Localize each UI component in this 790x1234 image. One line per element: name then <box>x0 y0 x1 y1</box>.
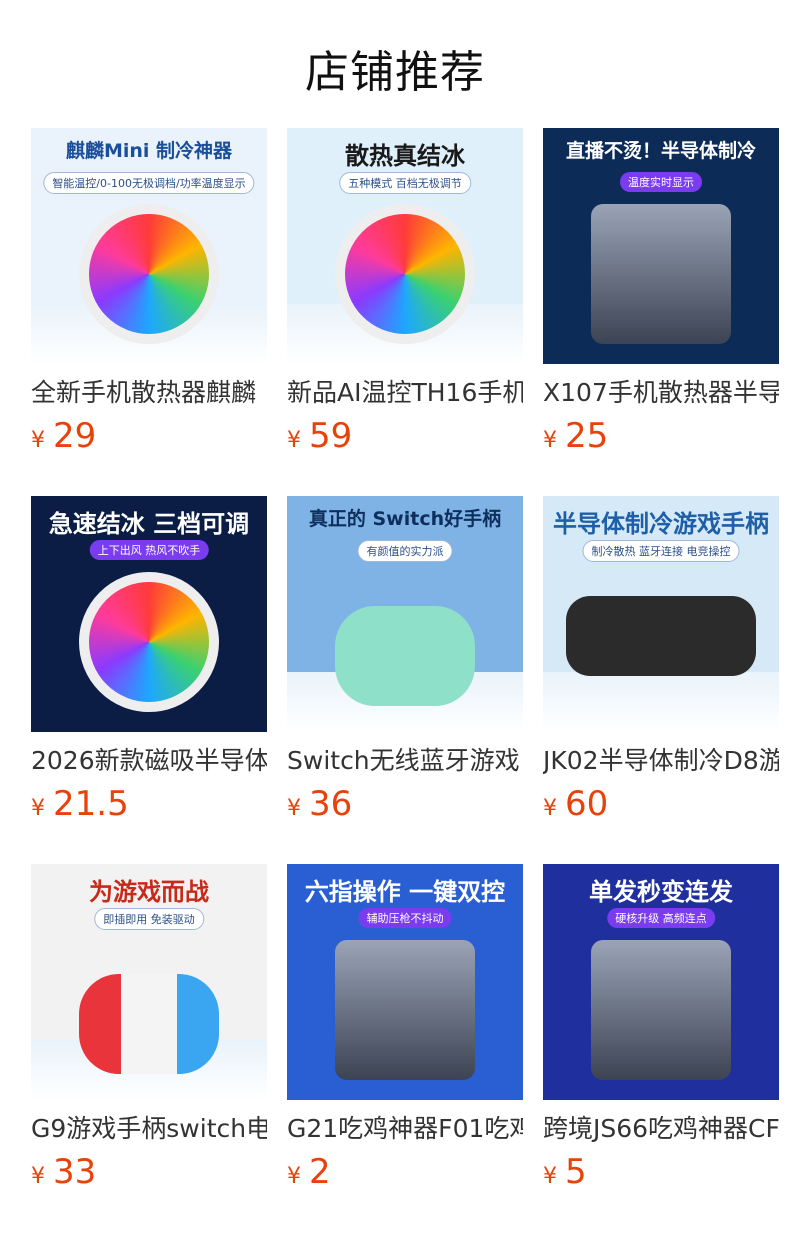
product-name[interactable]: 跨境JS66吃鸡神器CF <box>543 1112 779 1146</box>
price-value: 25 <box>565 416 609 456</box>
currency-symbol: ¥ <box>287 1164 301 1189</box>
product-card[interactable]: 麒麟Mini 制冷神器 智能温控/0-100无极调档/功率温度显示 全新手机散热器… <box>31 128 267 496</box>
product-illustration <box>566 596 756 676</box>
product-price: ¥33 <box>31 1152 267 1192</box>
image-tagline: 上下出风 热风不吹手 <box>89 540 209 560</box>
product-price: ¥5 <box>543 1152 779 1192</box>
product-card[interactable]: 半导体制冷游戏手柄 制冷散热 蓝牙连接 电竞操控 JK02半导体制冷D8游 ¥60 <box>543 496 779 864</box>
product-image[interactable]: 真正的 Switch好手柄 有颜值的实力派 <box>287 496 523 732</box>
product-image[interactable]: 半导体制冷游戏手柄 制冷散热 蓝牙连接 电竞操控 <box>543 496 779 732</box>
currency-symbol: ¥ <box>31 796 45 821</box>
product-name[interactable]: G9游戏手柄switch电 <box>31 1112 267 1146</box>
product-name[interactable]: Switch无线蓝牙游戏 <box>287 744 523 778</box>
store-recommendations-page: 店铺推荐 麒麟Mini 制冷神器 智能温控/0-100无极调档/功率温度显示 全新… <box>0 0 790 1234</box>
price-value: 21.5 <box>53 784 129 824</box>
currency-symbol: ¥ <box>543 1164 557 1189</box>
product-illustration <box>591 204 731 344</box>
product-card[interactable]: 直播不烫！半导体制冷 温度实时显示 X107手机散热器半导 ¥25 <box>543 128 779 496</box>
image-tagline: 有颜值的实力派 <box>357 540 453 562</box>
image-tagline: 硬核升级 高频连点 <box>607 908 715 928</box>
currency-symbol: ¥ <box>543 796 557 821</box>
product-price: ¥21.5 <box>31 784 267 824</box>
product-image[interactable]: 直播不烫！半导体制冷 温度实时显示 <box>543 128 779 364</box>
price-value: 2 <box>309 1152 331 1192</box>
image-tagline: 即插即用 免装驱动 <box>94 908 204 930</box>
image-headline: 直播不烫！半导体制冷 <box>565 140 756 162</box>
price-value: 29 <box>53 416 97 456</box>
product-price: ¥29 <box>31 416 267 456</box>
product-illustration <box>335 940 475 1080</box>
product-illustration <box>335 606 475 706</box>
product-image[interactable]: 麒麟Mini 制冷神器 智能温控/0-100无极调档/功率温度显示 <box>31 128 267 364</box>
image-headline: 半导体制冷游戏手柄 <box>553 510 769 538</box>
price-value: 33 <box>53 1152 97 1192</box>
product-card[interactable]: 为游戏而战 即插即用 免装驱动 G9游戏手柄switch电 ¥33 <box>31 864 267 1232</box>
product-price: ¥25 <box>543 416 779 456</box>
product-name[interactable]: 新品AI温控TH16手机 <box>287 376 523 410</box>
product-card[interactable]: 真正的 Switch好手柄 有颜值的实力派 Switch无线蓝牙游戏 ¥36 <box>287 496 523 864</box>
product-name[interactable]: X107手机散热器半导 <box>543 376 779 410</box>
product-illustration <box>335 204 475 344</box>
product-illustration <box>79 204 219 344</box>
product-illustration <box>79 974 219 1074</box>
currency-symbol: ¥ <box>287 796 301 821</box>
product-name[interactable]: 2026新款磁吸半导体 <box>31 744 267 778</box>
image-tagline: 温度实时显示 <box>620 172 702 192</box>
currency-symbol: ¥ <box>543 428 557 453</box>
image-headline: 为游戏而战 <box>89 878 209 906</box>
currency-symbol: ¥ <box>31 1164 45 1189</box>
product-card[interactable]: 急速结冰 三档可调 上下出风 热风不吹手 2026新款磁吸半导体 ¥21.5 <box>31 496 267 864</box>
image-headline: 散热真结冰 <box>345 142 465 170</box>
product-name[interactable]: 全新手机散热器麒麟 <box>31 376 267 410</box>
product-image[interactable]: 单发秒变连发 硬核升级 高频连点 <box>543 864 779 1100</box>
product-image[interactable]: 为游戏而战 即插即用 免装驱动 <box>31 864 267 1100</box>
price-value: 60 <box>565 784 609 824</box>
product-name[interactable]: G21吃鸡神器F01吃鸡 <box>287 1112 523 1146</box>
product-illustration <box>591 940 731 1080</box>
image-headline: 急速结冰 三档可调 <box>48 510 250 538</box>
image-tagline: 五种模式 百档无极调节 <box>339 172 471 194</box>
image-headline: 单发秒变连发 <box>589 878 733 906</box>
product-card[interactable]: 单发秒变连发 硬核升级 高频连点 跨境JS66吃鸡神器CF ¥5 <box>543 864 779 1232</box>
product-price: ¥2 <box>287 1152 523 1192</box>
product-card[interactable]: 六指操作 一键双控 辅助压枪不抖动 G21吃鸡神器F01吃鸡 ¥2 <box>287 864 523 1232</box>
image-tagline: 辅助压枪不抖动 <box>358 908 452 928</box>
image-headline: 真正的 Switch好手柄 <box>308 508 502 530</box>
product-card[interactable]: 散热真结冰 五种模式 百档无极调节 新品AI温控TH16手机 ¥59 <box>287 128 523 496</box>
currency-symbol: ¥ <box>287 428 301 453</box>
product-image[interactable]: 散热真结冰 五种模式 百档无极调节 <box>287 128 523 364</box>
image-headline: 麒麟Mini 制冷神器 <box>65 140 233 162</box>
snow-ground <box>543 672 779 732</box>
product-price: ¥60 <box>543 784 779 824</box>
image-headline: 六指操作 一键双控 <box>304 878 506 906</box>
price-value: 5 <box>565 1152 587 1192</box>
page-title: 店铺推荐 <box>305 47 485 98</box>
currency-symbol: ¥ <box>31 428 45 453</box>
product-image[interactable]: 六指操作 一键双控 辅助压枪不抖动 <box>287 864 523 1100</box>
image-tagline: 制冷散热 蓝牙连接 电竞操控 <box>582 540 740 562</box>
product-image[interactable]: 急速结冰 三档可调 上下出风 热风不吹手 <box>31 496 267 732</box>
product-grid: 麒麟Mini 制冷神器 智能温控/0-100无极调档/功率温度显示 全新手机散热器… <box>31 128 779 1232</box>
product-illustration <box>79 572 219 712</box>
price-value: 59 <box>309 416 353 456</box>
price-value: 36 <box>309 784 353 824</box>
product-price: ¥59 <box>287 416 523 456</box>
image-tagline: 智能温控/0-100无极调档/功率温度显示 <box>43 172 255 194</box>
product-price: ¥36 <box>287 784 523 824</box>
product-name[interactable]: JK02半导体制冷D8游 <box>543 744 779 778</box>
